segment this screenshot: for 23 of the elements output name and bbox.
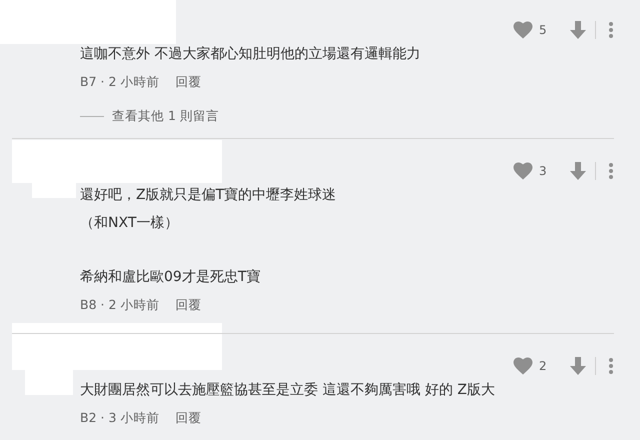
comment-text: 還好吧，Z版就只是偏T寶的中壢李姓球迷 （和NXT一樣） bbox=[80, 186, 338, 233]
dislike-icon[interactable] bbox=[569, 161, 587, 181]
like-count: 5 bbox=[539, 22, 548, 39]
reply-button[interactable]: 回覆 bbox=[175, 72, 202, 92]
comment-meta: B2 · 3 小時前 bbox=[80, 408, 160, 427]
comment-text: 這咖不意外 不過大家都心知肚明他的立場還有邏輯能力 bbox=[80, 45, 422, 64]
comment-text: 大財團居然可以去施壓籃協甚至是立委 這還不夠厲害哦 好的 Z版大 bbox=[80, 381, 496, 400]
like-icon[interactable] bbox=[513, 21, 533, 39]
comment-meta: B8 · 2 小時前 bbox=[80, 296, 160, 314]
like-count: 3 bbox=[539, 163, 548, 180]
more-options-icon[interactable] bbox=[608, 162, 614, 180]
more-options-icon[interactable] bbox=[608, 21, 614, 39]
view-replies-link[interactable]: 查看其他 1 則留言 bbox=[112, 106, 219, 126]
comment-meta: B7 · 2 小時前 bbox=[80, 72, 160, 91]
more-options-icon[interactable] bbox=[608, 357, 614, 375]
like-icon[interactable] bbox=[513, 162, 533, 180]
dislike-icon[interactable] bbox=[569, 20, 587, 40]
reply-button[interactable]: 回覆 bbox=[175, 408, 202, 428]
reply-button[interactable]: 回覆 bbox=[175, 296, 202, 314]
dislike-icon[interactable] bbox=[569, 356, 587, 376]
like-count: 2 bbox=[539, 358, 548, 375]
like-icon[interactable] bbox=[513, 357, 533, 375]
comment-text: 希納和盧比歐09才是死忠T寶 bbox=[80, 268, 262, 287]
